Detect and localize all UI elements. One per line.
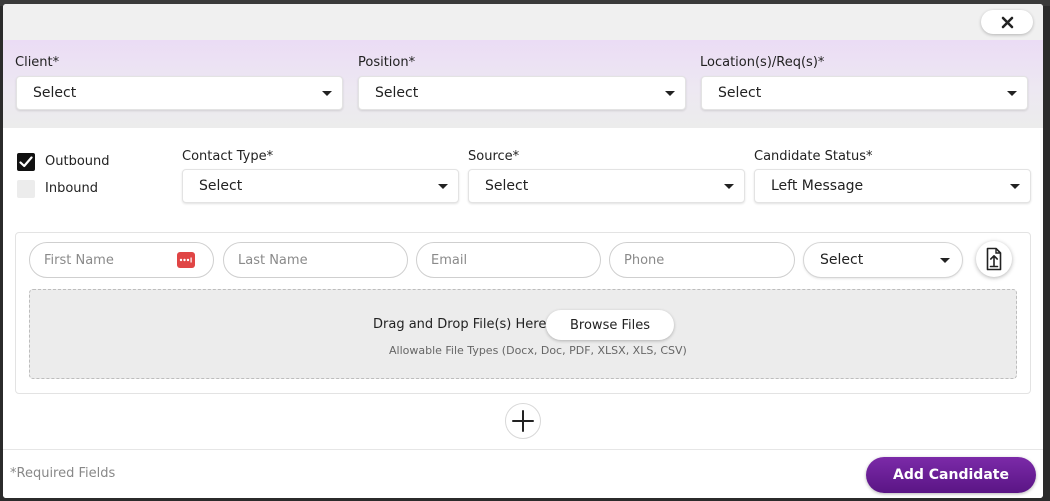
- contact-type-label: Contact Type*: [182, 149, 274, 164]
- phone-input[interactable]: Phone: [609, 242, 795, 278]
- client-select-value: Select: [33, 85, 77, 101]
- client-select[interactable]: Select: [16, 76, 343, 110]
- candidate-entry-card: First Name Last Name Email Phone Select: [15, 232, 1031, 394]
- password-manager-icon[interactable]: [177, 252, 195, 268]
- modal-footer: *Required Fields Add Candidate: [3, 449, 1043, 498]
- chevron-down-icon: [1010, 184, 1020, 189]
- phone-type-select[interactable]: Select: [803, 242, 963, 278]
- last-name-placeholder: Last Name: [238, 252, 308, 268]
- phone-type-select-value: Select: [820, 252, 864, 268]
- location-select[interactable]: Select: [701, 76, 1028, 110]
- client-label: Client*: [15, 55, 60, 70]
- chevron-down-icon: [322, 91, 332, 96]
- chevron-down-icon: [665, 91, 675, 96]
- close-button[interactable]: [981, 10, 1033, 34]
- position-select-value: Select: [375, 85, 419, 101]
- first-name-placeholder: First Name: [44, 252, 114, 268]
- assignment-section: Client* Select Position* Select Location…: [3, 40, 1043, 128]
- inbound-label: Inbound: [45, 181, 99, 196]
- dropzone-text: Drag and Drop File(s) Here or: [373, 317, 564, 332]
- add-row-button[interactable]: [505, 403, 541, 439]
- plus-icon: [512, 410, 534, 432]
- chevron-down-icon: [1007, 91, 1017, 96]
- file-upload-icon: [986, 247, 1002, 271]
- source-select-value: Select: [485, 178, 529, 194]
- file-dropzone[interactable]: Drag and Drop File(s) Here or Browse Fil…: [29, 289, 1017, 379]
- outbound-checkbox[interactable]: [17, 153, 35, 171]
- source-select[interactable]: Select: [468, 169, 745, 203]
- chevron-down-icon: [438, 184, 448, 189]
- checkmark-icon: [19, 156, 33, 168]
- email-input[interactable]: Email: [416, 242, 601, 278]
- candidate-status-select-value: Left Message: [771, 178, 864, 194]
- add-candidate-modal: Client* Select Position* Select Location…: [3, 4, 1043, 498]
- source-label: Source*: [468, 149, 520, 164]
- position-label: Position*: [358, 55, 416, 70]
- inbound-checkbox[interactable]: [17, 180, 35, 198]
- position-select[interactable]: Select: [358, 76, 686, 110]
- phone-placeholder: Phone: [624, 252, 665, 268]
- chevron-down-icon: [940, 258, 950, 263]
- contact-type-select[interactable]: Select: [182, 169, 459, 203]
- candidate-status-label: Candidate Status*: [754, 149, 873, 164]
- browse-files-button[interactable]: Browse Files: [546, 310, 674, 340]
- modal-header: [3, 4, 1043, 40]
- candidate-status-select[interactable]: Left Message: [754, 169, 1031, 203]
- chevron-down-icon: [724, 184, 734, 189]
- add-candidate-button[interactable]: Add Candidate: [866, 457, 1036, 493]
- close-icon: [1001, 16, 1013, 28]
- outbound-label: Outbound: [45, 154, 110, 169]
- location-label: Location(s)/Req(s)*: [700, 55, 825, 70]
- first-name-input[interactable]: First Name: [29, 242, 214, 278]
- location-select-value: Select: [718, 85, 762, 101]
- required-fields-note: *Required Fields: [10, 466, 116, 481]
- allowed-file-types: Allowable File Types (Docx, Doc, PDF, XL…: [389, 344, 687, 357]
- last-name-input[interactable]: Last Name: [223, 242, 408, 278]
- file-upload-button[interactable]: [976, 241, 1012, 277]
- email-placeholder: Email: [431, 252, 468, 268]
- contact-type-select-value: Select: [199, 178, 243, 194]
